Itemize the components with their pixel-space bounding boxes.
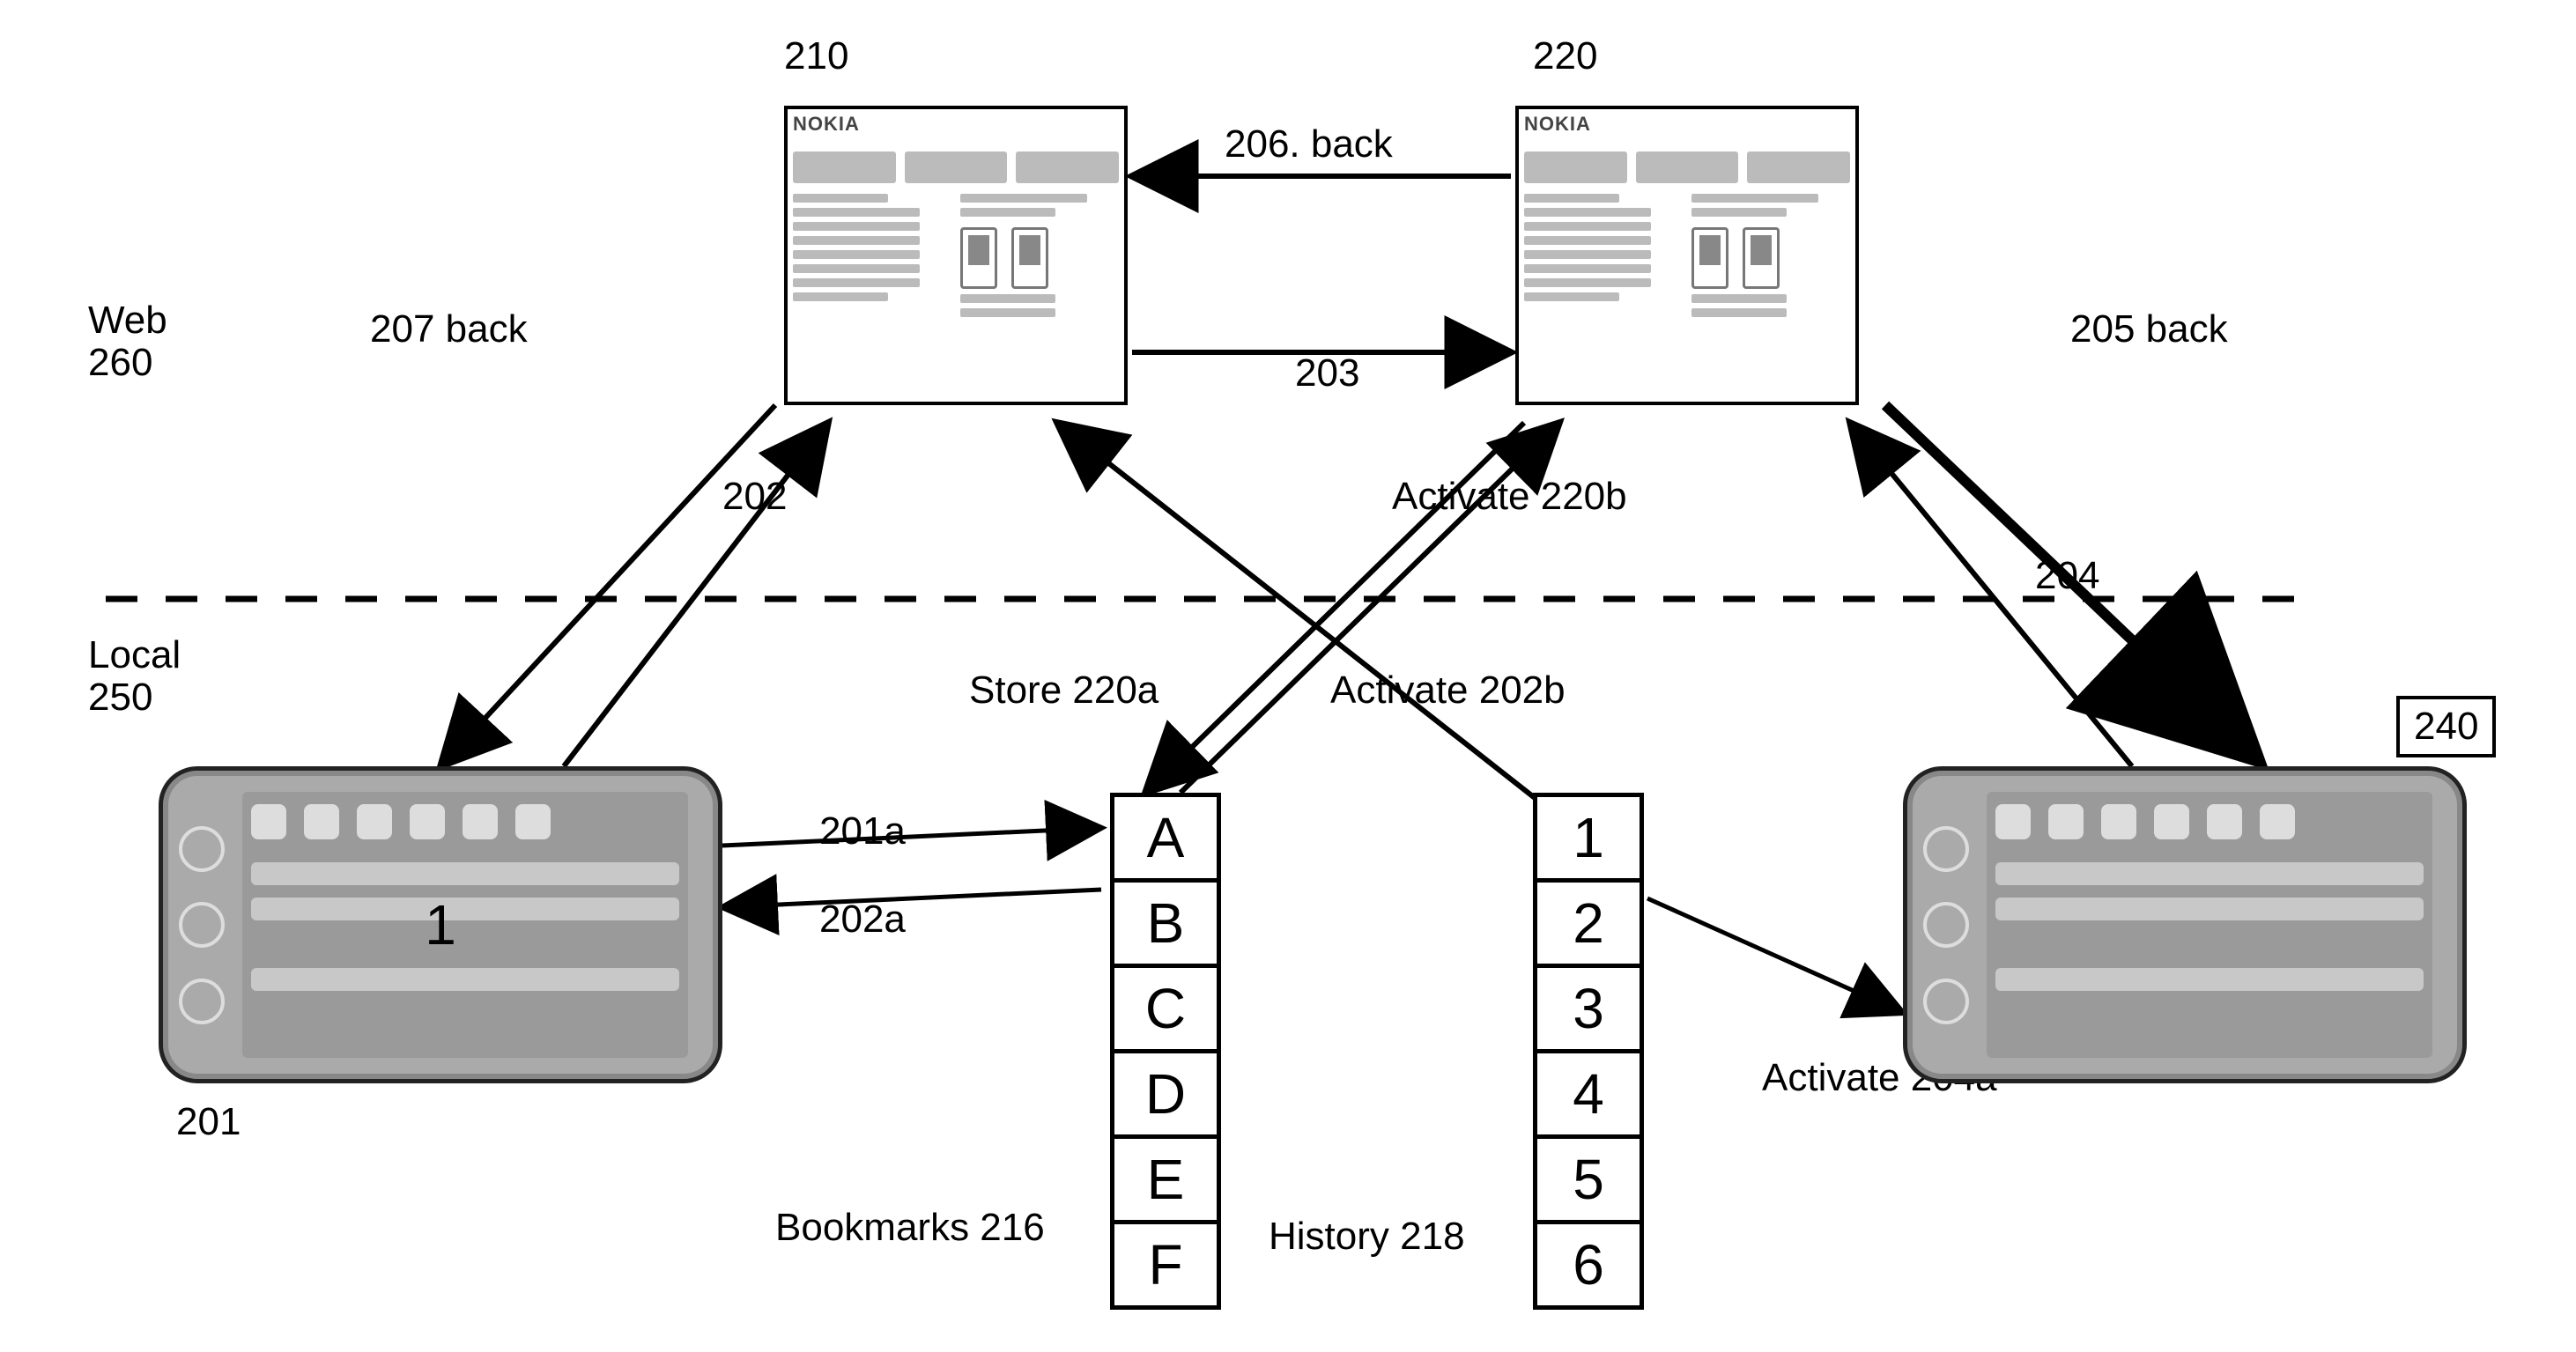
history-cell-1: 1 [1533,793,1644,883]
stack-bookmarks: ABCDEF [1110,793,1221,1310]
label-activate-220b: Activate 220b [1392,476,1627,518]
history-cell-4: 4 [1533,1049,1644,1139]
overlay-svg [0,0,2576,1352]
region-local-label: Local 250 [88,634,229,720]
label-bookmarks-216: Bookmarks 216 [775,1207,1057,1249]
label-205-back: 205 back [2070,308,2228,351]
label-206-back: 206. back [1225,123,1393,166]
ref-240: 240 [2396,696,2496,757]
history-cell-2: 2 [1533,878,1644,968]
bookmarks-cell-A: A [1110,793,1221,883]
bookmarks-cell-D: D [1110,1049,1221,1139]
label-201a: 201a [819,810,906,853]
label-207-back: 207 back [370,308,528,351]
history-cell-6: 6 [1533,1220,1644,1310]
phone-201: 1 [159,766,722,1083]
label-activate-202b: Activate 202b [1330,669,1566,712]
label-202: 202 [722,476,787,518]
ref-220: 220 [1533,35,1597,78]
brand-220: NOKIA [1524,113,1591,136]
label-store-220a: Store 220a [969,669,1158,712]
ref-210: 210 [784,35,848,78]
diagram-canvas: Web 260 Local 250 210 NOKIA 220 NOKIA [0,0,2576,1352]
label-203: 203 [1295,352,1359,395]
label-202a: 202a [819,898,906,941]
bookmarks-cell-C: C [1110,964,1221,1053]
region-web-label: Web 260 [88,299,229,385]
bookmarks-cell-B: B [1110,878,1221,968]
label-204: 204 [2035,555,2099,597]
webpage-210: NOKIA [784,106,1128,405]
history-cell-5: 5 [1533,1134,1644,1224]
bookmarks-cell-E: E [1110,1134,1221,1224]
webpage-220: NOKIA [1515,106,1859,405]
phone-201-center: 1 [425,892,456,957]
ref-201: 201 [176,1101,241,1143]
brand-210: NOKIA [793,113,860,136]
history-cell-3: 3 [1533,964,1644,1053]
phone-240 [1903,766,2467,1083]
stack-history: 123456 [1533,793,1644,1310]
label-history-218: History 218 [1269,1215,1465,1258]
bookmarks-cell-F: F [1110,1220,1221,1310]
